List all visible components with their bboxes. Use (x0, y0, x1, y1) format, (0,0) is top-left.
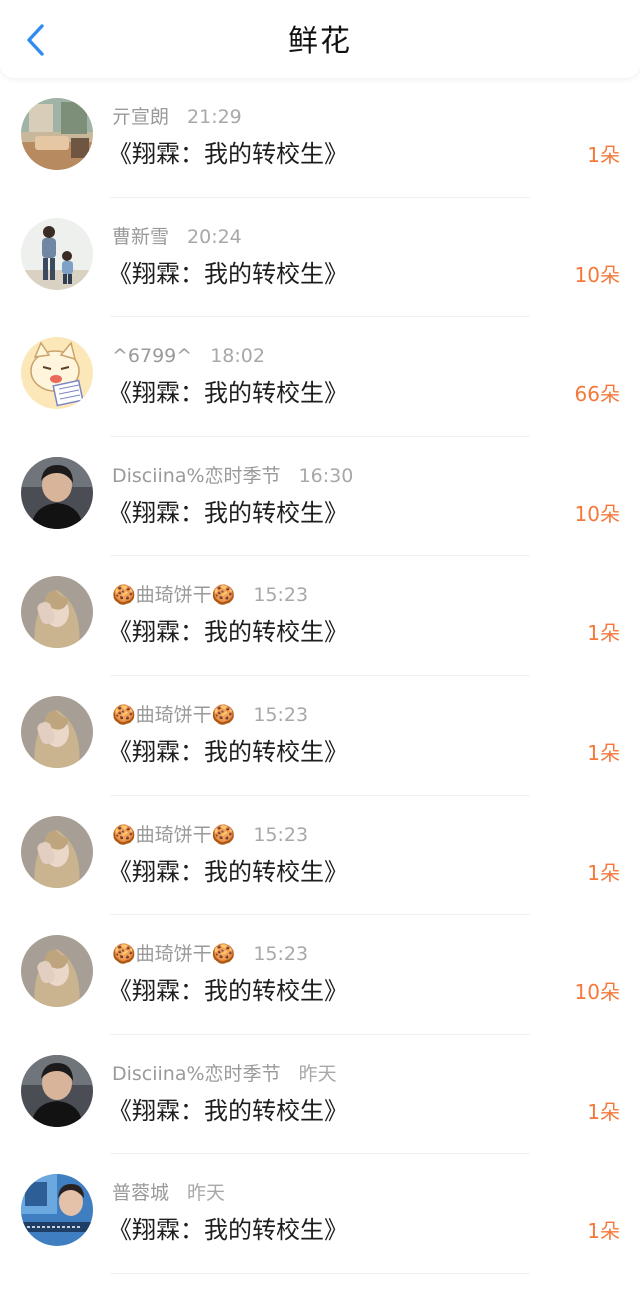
gift-time: 20:24 (187, 225, 242, 248)
user-name[interactable]: 曹新雪 (112, 226, 169, 248)
flower-count: 1朵 (587, 621, 620, 646)
flower-count: 1朵 (587, 860, 620, 885)
book-title: 《翔霖：我的转校生》 (108, 618, 348, 647)
flower-count: 1朵 (587, 740, 620, 765)
page-title: 鲜花 (288, 24, 352, 59)
gift-time: 16:30 (298, 464, 354, 487)
gift-time: 15:23 (253, 823, 309, 846)
list-item[interactable]: Disciina%恋时季节 昨天 《翔霖：我的转校生》 1朵 (0, 1035, 640, 1155)
item-meta: ^6799^ 18:02 (112, 343, 265, 369)
user-name[interactable]: 🍪曲琦饼干🍪 (112, 704, 235, 726)
avatar (21, 1054, 93, 1127)
book-title: 《翔霖：我的转校生》 (108, 259, 348, 288)
book-title: 《翔霖：我的转校生》 (108, 737, 348, 766)
flower-count: 66朵 (574, 382, 620, 407)
avatar (21, 98, 93, 170)
avatar (21, 1174, 93, 1247)
avatar (21, 695, 93, 768)
list-item[interactable]: 🍪曲琦饼干🍪 15:23 《翔霖：我的转校生》 1朵 (0, 556, 640, 676)
flower-count: 10朵 (574, 262, 620, 287)
user-name[interactable]: 🍪曲琦饼干🍪 (112, 943, 235, 965)
avatar (21, 815, 93, 888)
flower-count: 10朵 (574, 501, 620, 526)
gift-time: 21:29 (187, 106, 242, 128)
user-name[interactable]: 亓宣朗 (112, 106, 169, 128)
book-title: 《翔霖：我的转校生》 (108, 379, 348, 408)
flower-count: 1朵 (587, 1099, 620, 1124)
book-title: 《翔霖：我的转校生》 (108, 1096, 348, 1125)
user-name[interactable]: 🍪曲琦饼干🍪 (112, 584, 235, 606)
list-item[interactable]: Disciina%恋时季节 16:30 《翔霖：我的转校生》 10朵 (0, 437, 640, 557)
avatar (21, 337, 93, 410)
divider (110, 1272, 530, 1274)
gift-time: 15:23 (253, 584, 309, 607)
gift-time: 昨天 (298, 1062, 337, 1085)
item-meta: 🍪曲琦饼干🍪 15:23 (112, 822, 308, 848)
item-meta: 🍪曲琦饼干🍪 15:23 (112, 941, 308, 967)
item-meta: Disciina%恋时季节 16:30 (112, 463, 353, 489)
flower-count: 1朵 (587, 1219, 620, 1244)
item-meta: Disciina%恋时季节 昨天 (112, 1061, 337, 1087)
list-item[interactable]: 曹新雪 20:24 《翔霖：我的转校生》 10朵 (0, 198, 640, 318)
user-name[interactable]: Disciina%恋时季节 (112, 1063, 281, 1085)
item-meta: 🍪曲琦饼干🍪 15:23 (112, 702, 308, 728)
list-item[interactable]: 普蓉城 昨天 《翔霖：我的转校生》 1朵 (0, 1154, 640, 1274)
item-meta: 亓宣朗 21:29 (112, 104, 242, 130)
flower-count: 1朵 (587, 143, 620, 167)
list-item[interactable]: 🍪曲琦饼干🍪 15:23 《翔霖：我的转校生》 10朵 (0, 915, 640, 1035)
book-title: 《翔霖：我的转校生》 (108, 1216, 348, 1245)
item-meta: 曹新雪 20:24 (112, 224, 242, 250)
book-title: 《翔霖：我的转校生》 (108, 857, 348, 886)
avatar (21, 456, 93, 529)
user-name[interactable]: 普蓉城 (112, 1182, 169, 1204)
gift-time: 15:23 (253, 703, 309, 726)
flower-count: 10朵 (574, 980, 620, 1005)
gift-time: 15:23 (253, 943, 309, 966)
gift-time: 昨天 (187, 1182, 226, 1205)
user-name[interactable]: ^6799^ (112, 345, 192, 367)
avatar (21, 217, 93, 290)
top-nav-bar: 鲜花 (0, 0, 640, 78)
avatar (21, 935, 93, 1008)
list-item[interactable]: 🍪曲琦饼干🍪 15:23 《翔霖：我的转校生》 1朵 (0, 796, 640, 916)
list-item[interactable]: ^6799^ 18:02 《翔霖：我的转校生》 66朵 (0, 317, 640, 437)
user-name[interactable]: Disciina%恋时季节 (112, 465, 281, 487)
book-title: 《翔霖：我的转校生》 (108, 140, 348, 168)
item-meta: 普蓉城 昨天 (112, 1180, 225, 1206)
user-name[interactable]: 🍪曲琦饼干🍪 (112, 824, 235, 846)
item-meta: 🍪曲琦饼干🍪 15:23 (112, 582, 308, 608)
gift-time: 18:02 (210, 345, 265, 368)
book-title: 《翔霖：我的转校生》 (108, 498, 348, 527)
avatar (21, 576, 93, 649)
list-item[interactable]: 亓宣朗 21:29 《翔霖：我的转校生》 1朵 (0, 78, 640, 198)
list-item[interactable]: 🍪曲琦饼干🍪 15:23 《翔霖：我的转校生》 1朵 (0, 676, 640, 796)
book-title: 《翔霖：我的转校生》 (108, 977, 348, 1006)
flower-gift-list: 亓宣朗 21:29 《翔霖：我的转校生》 1朵 曹新雪 20:24 《翔霖：我的转校… (0, 78, 640, 1274)
